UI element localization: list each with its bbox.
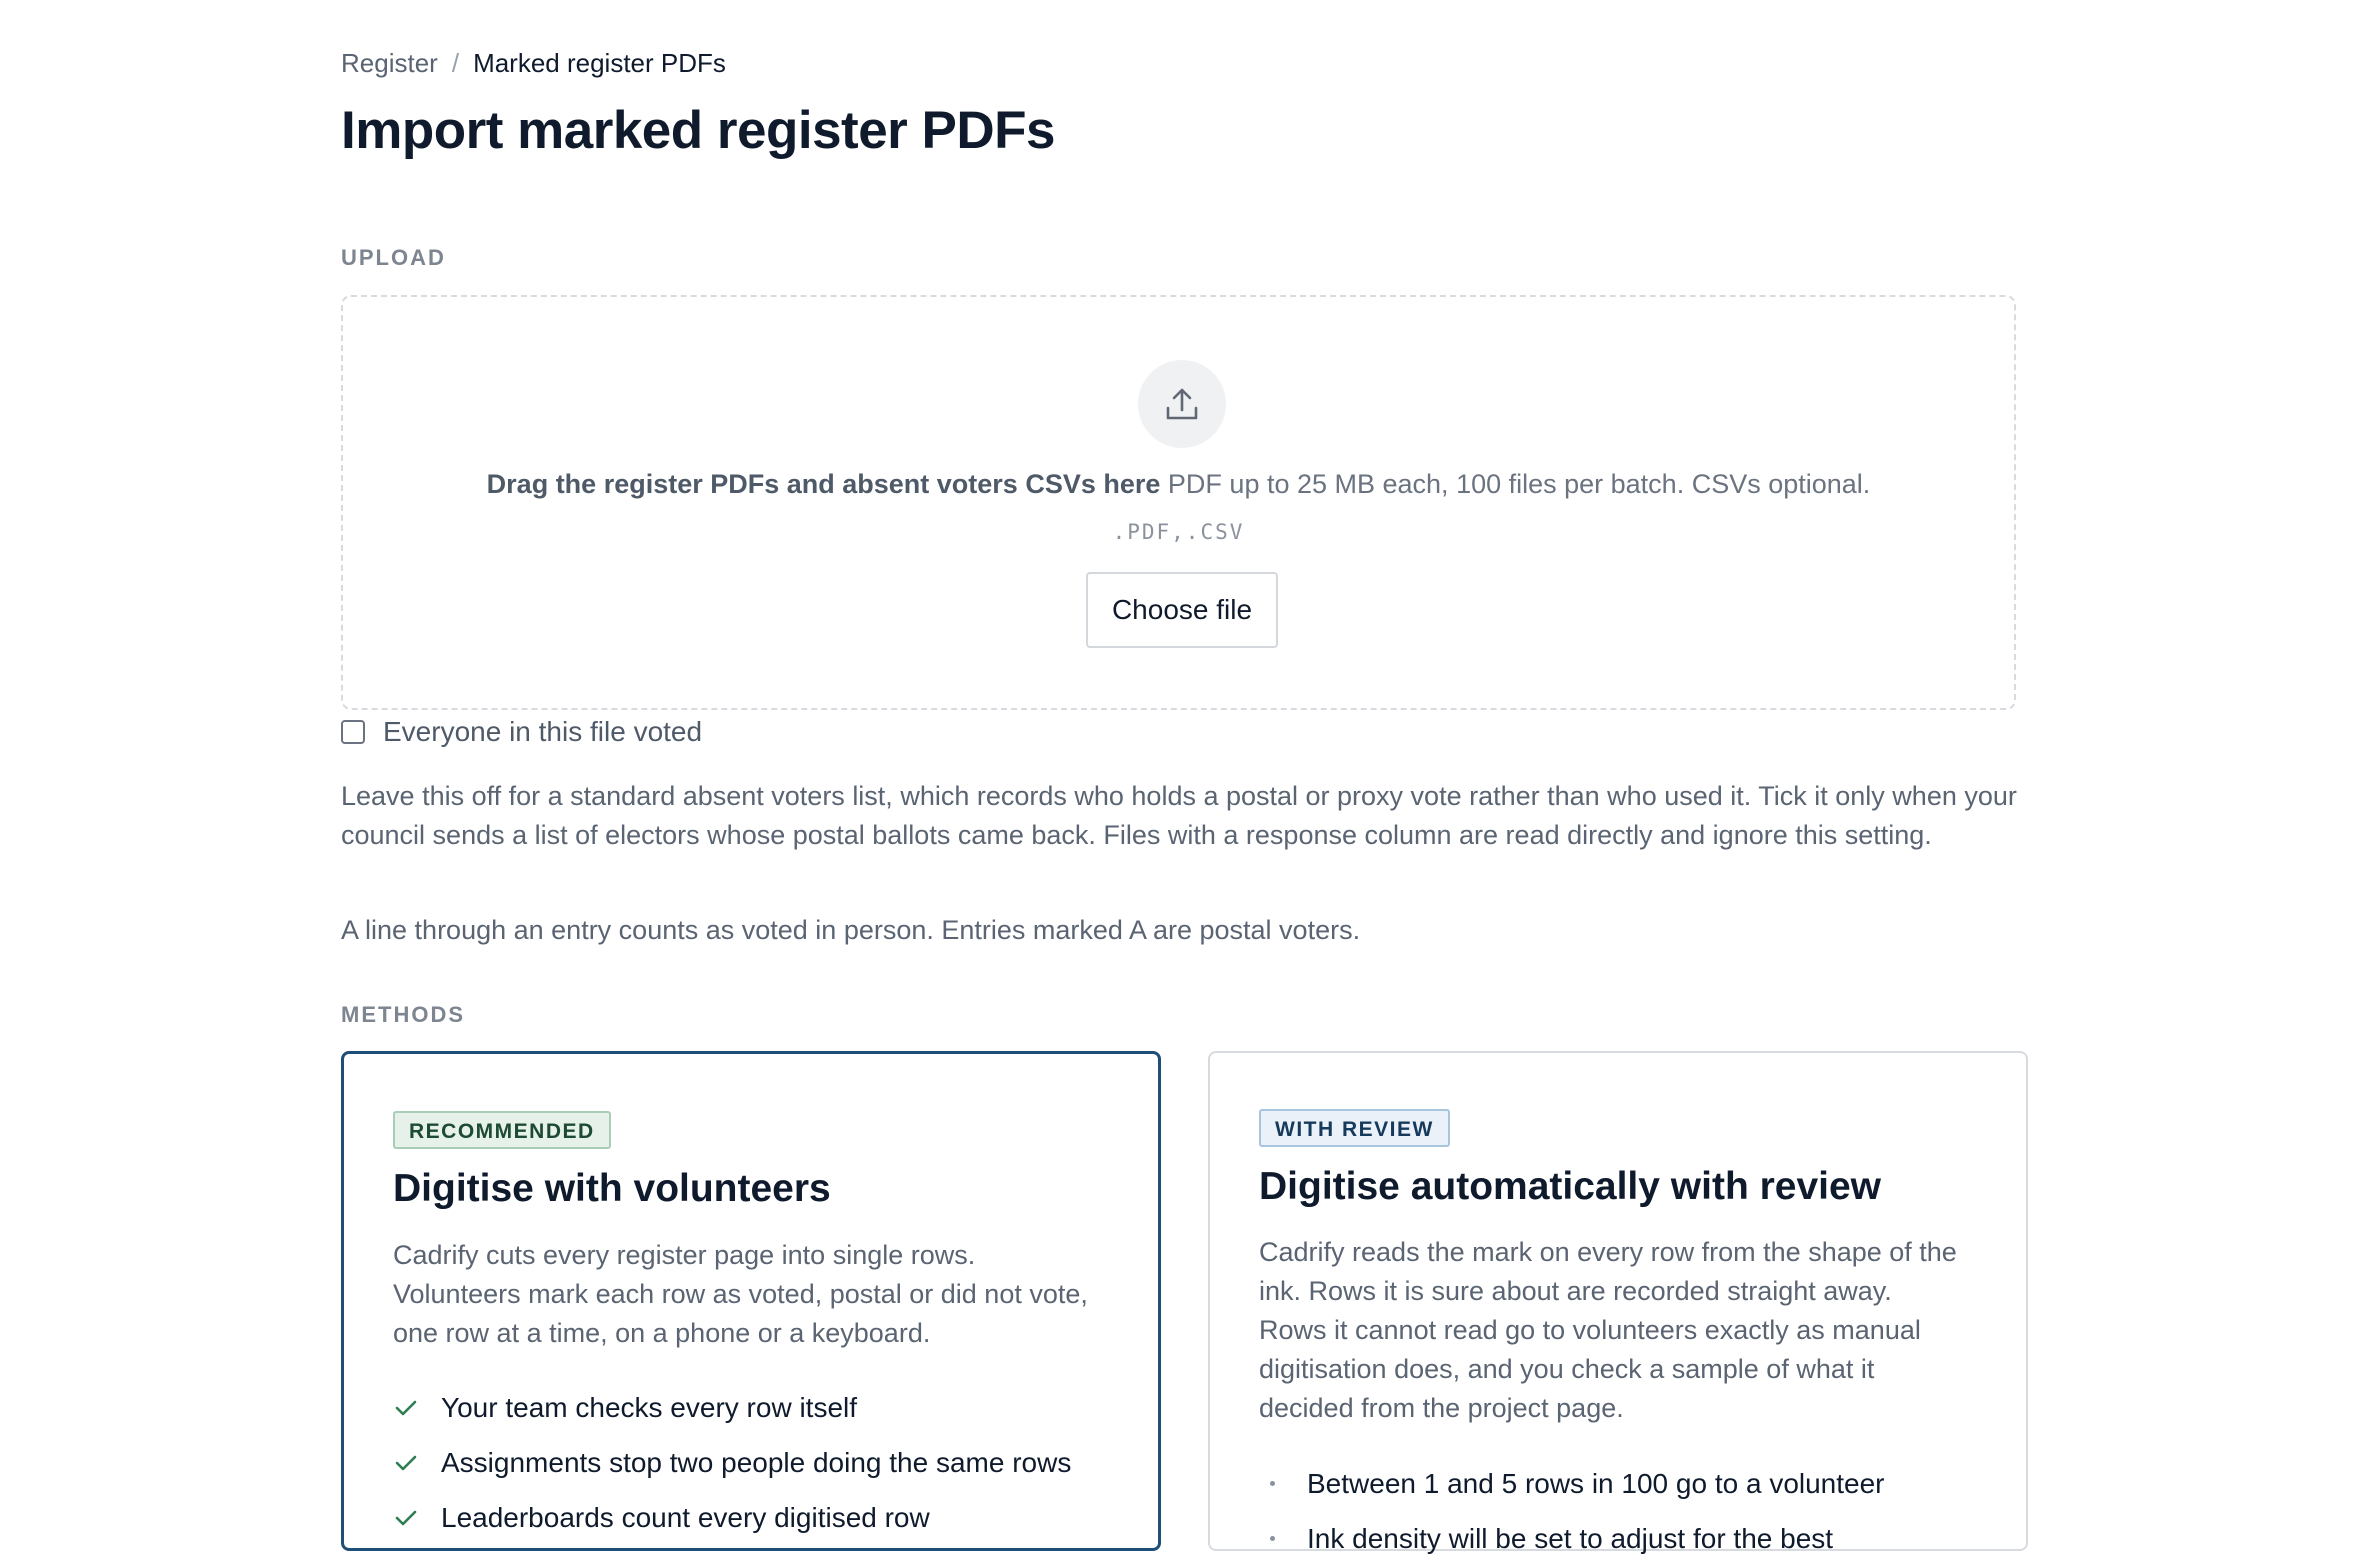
marking-legend-text: A line through an entry counts as voted … <box>341 915 1361 945</box>
feature-item: Your team checks every row itself <box>393 1380 1071 1435</box>
method-title: Digitise with volunteers <box>393 1167 831 1210</box>
breadcrumb-register-link[interactable]: Register <box>341 48 438 79</box>
everyone-voted-checkbox[interactable] <box>341 720 365 744</box>
everyone-voted-option[interactable]: Everyone in this file voted <box>341 716 702 748</box>
feature-item: Assignments stop two people doing the sa… <box>393 1435 1071 1490</box>
upload-dropzone[interactable]: Drag the register PDFs and absent voters… <box>341 295 2016 710</box>
method-card-volunteers[interactable]: RECOMMENDED Digitise with volunteers Cad… <box>341 1051 1161 1551</box>
choose-file-button[interactable]: Choose file <box>1086 572 1278 648</box>
method-feature-list: Your team checks every row itself Assign… <box>393 1380 1071 1545</box>
feature-text: Your team checks every row itself <box>441 1391 858 1423</box>
feature-text: Leaderboards count every digitised row <box>441 1501 930 1533</box>
method-description: Cadrify cuts every register page into si… <box>393 1240 1088 1348</box>
bullet-icon <box>1259 1481 1285 1486</box>
upload-section-label: UPLOAD <box>341 245 446 270</box>
feature-item: Between 1 and 5 rows in 100 go to a volu… <box>1259 1456 1885 1511</box>
method-title: Digitise automatically with review <box>1259 1165 1882 1208</box>
drop-text: Drag the register PDFs and absent voters… <box>486 469 1161 499</box>
drop-hint: PDF up to 25 MB each, 100 files per batc… <box>1167 469 1871 499</box>
page-title: Import marked register PDFs <box>341 101 1056 160</box>
breadcrumb: Register / Marked register PDFs <box>341 48 726 79</box>
check-icon <box>393 1399 419 1417</box>
bullet-icon <box>1259 1536 1285 1541</box>
accepted-file-types: .PDF,.CSV <box>1112 520 1245 544</box>
method-feature-list: Between 1 and 5 rows in 100 go to a volu… <box>1259 1456 1885 1566</box>
with-review-badge: WITH REVIEW <box>1259 1109 1450 1147</box>
recommended-badge: RECOMMENDED <box>393 1111 611 1149</box>
methods-section-label: METHODS <box>341 1002 465 1027</box>
feature-item: Ink density will be set to adjust for th… <box>1259 1511 1885 1566</box>
feature-text: Ink density will be set to adjust for th… <box>1307 1522 1834 1554</box>
check-icon <box>393 1509 419 1527</box>
drop-instructions: Drag the register PDFs and absent voters… <box>343 469 2014 500</box>
feature-item: Leaderboards count every digitised row <box>393 1490 1071 1545</box>
method-description: Cadrify reads the mark on every row from… <box>1259 1237 1957 1423</box>
absent-voters-help-text: Leave this off for a standard absent vot… <box>341 781 2017 850</box>
upload-icon <box>1138 360 1226 448</box>
method-card-automatic-review[interactable]: WITH REVIEW Digitise automatically with … <box>1208 1051 2028 1554</box>
breadcrumb-separator: / <box>451 48 460 78</box>
breadcrumb-current: Marked register PDFs <box>473 48 726 78</box>
feature-text: Assignments stop two people doing the sa… <box>441 1446 1072 1478</box>
everyone-voted-label[interactable]: Everyone in this file voted <box>383 716 702 748</box>
feature-text: Between 1 and 5 rows in 100 go to a volu… <box>1307 1467 1885 1499</box>
check-icon <box>393 1454 419 1472</box>
